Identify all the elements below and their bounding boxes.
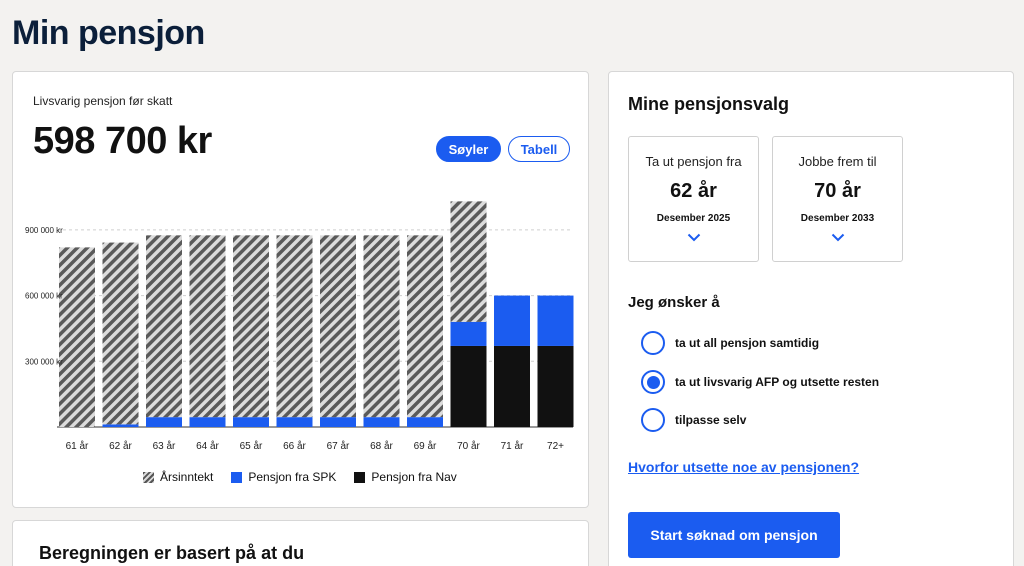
choice-date: Desember 2033 [800, 213, 875, 224]
page-title: Min pensjon [12, 14, 205, 52]
work-until-selector[interactable]: Jobbe frem til 70 år Desember 2033 [772, 136, 903, 262]
y-tick-label: 300 000 kr [25, 357, 63, 366]
chevron-down-icon [773, 233, 902, 242]
pension-chart-card: Livsvarig pensjon før skatt 598 700 kr S… [12, 71, 589, 508]
bar-segment-spk [102, 424, 139, 427]
x-tick-label: 68 år [370, 440, 393, 452]
pension-options-card: Mine pensjonsvalg Ta ut pensjon fra 62 å… [608, 71, 1014, 566]
radio-label: ta ut all pensjon samtidig [675, 336, 820, 350]
x-tick-label: 65 år [240, 440, 263, 452]
x-tick-label: 64 år [196, 440, 219, 452]
choice-value: 70 år [814, 180, 861, 202]
pension-bar-chart: 300 000 kr 600 000 kr 900 000 kr 61 år 62 år… [25, 201, 574, 452]
bar-segment-spk [494, 295, 530, 346]
y-tick-label: 900 000 kr [25, 226, 63, 235]
bar-segment-income [320, 235, 356, 418]
bar-segment-spk [363, 417, 400, 427]
chevron-down-icon [629, 233, 758, 242]
radio-button-checked[interactable] [641, 370, 665, 394]
x-tick-label: 69 år [414, 440, 437, 452]
bar-segment-spk [320, 417, 356, 427]
radio-label: ta ut livsvarig AFP og utsette resten [675, 375, 880, 389]
bar-segment-income [450, 201, 487, 322]
bar-segment-income [233, 235, 269, 418]
x-tick-label: 62 år [109, 440, 132, 452]
bar-segment-spk [537, 295, 574, 346]
bar-segment-spk [450, 321, 487, 346]
bar-segment-nav [537, 345, 574, 427]
legend-item-income: Årsinntekt [143, 470, 213, 484]
x-tick-label: 70 år [457, 440, 480, 452]
bar-segment-nav [494, 345, 530, 427]
bar-segment-spk [276, 417, 313, 427]
legend-label: Pensjon fra SPK [248, 470, 337, 484]
bar-segment-nav [450, 345, 487, 427]
black-swatch-icon [354, 471, 366, 483]
start-application-button[interactable]: Start søknad om pensjon [628, 512, 840, 558]
bar-segment-spk [233, 417, 269, 427]
bar-segment-income [189, 235, 226, 418]
radio-all-at-once[interactable]: ta ut all pensjon samtidig [641, 331, 819, 355]
hatch-swatch-icon [143, 471, 154, 483]
x-tick-label: 67 år [327, 440, 350, 452]
bar-segment-income [276, 235, 313, 418]
radio-button[interactable] [641, 408, 665, 432]
bar-segment-income [102, 242, 139, 425]
bar-segment-spk [146, 417, 182, 427]
y-tick-label: 600 000 kr [25, 292, 63, 301]
x-tick-label: 72+ [547, 441, 564, 452]
radio-afp-and-delay[interactable]: ta ut livsvarig AFP og utsette resten [641, 370, 879, 394]
choice-label: Jobbe frem til [798, 154, 877, 169]
legend-label: Årsinntekt [160, 470, 214, 484]
bar-segment-income [59, 247, 95, 427]
wish-title: Jeg ønsker å [628, 294, 720, 311]
bar-segment-income [146, 235, 182, 418]
legend-label: Pensjon fra Nav [371, 470, 457, 484]
radio-label: tilpasse selv [675, 413, 747, 427]
options-title: Mine pensjonsvalg [628, 94, 790, 114]
bar-segment-spk [407, 417, 443, 427]
retirement-start-selector[interactable]: Ta ut pensjon fra 62 år Desember 2025 [628, 136, 759, 262]
legend-item-spk: Pensjon fra SPK [231, 470, 336, 484]
bar-segment-income [407, 235, 443, 418]
x-tick-label: 61 år [66, 440, 89, 452]
choice-value: 62 år [670, 180, 717, 202]
x-tick-label: 71 år [501, 440, 524, 452]
why-delay-link[interactable]: Hvorfor utsette noe av pensjonen? [628, 459, 859, 475]
calculation-basis-title: Beregningen er basert på at du [39, 543, 305, 563]
choice-date: Desember 2025 [656, 213, 731, 224]
radio-customize[interactable]: tilpasse selv [641, 408, 746, 432]
calculation-basis-card: Beregningen er basert på at du [12, 520, 589, 566]
radio-dot [646, 375, 660, 389]
chart-legend: Årsinntekt Pensjon fra SPK Pensjon fra N… [143, 470, 457, 484]
choice-label: Ta ut pensjon fra [645, 154, 742, 169]
blue-swatch-icon [231, 471, 243, 483]
x-tick-label: 63 år [153, 440, 176, 452]
bar-segment-spk [189, 417, 226, 427]
x-tick-label: 66 år [283, 440, 306, 452]
radio-button[interactable] [641, 331, 665, 355]
bar-segment-income [363, 235, 400, 418]
legend-item-nav: Pensjon fra Nav [354, 470, 457, 484]
